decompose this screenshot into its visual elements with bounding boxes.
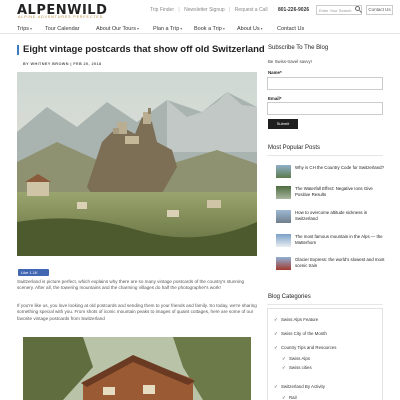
divider [267, 304, 383, 305]
popular-posts-heading: Most Popular Posts [268, 145, 321, 151]
subscribe-text: Be Swiss-travel savvy! [268, 59, 312, 64]
name-field[interactable] [267, 77, 383, 90]
article-title: Eight vintage postcards that show off ol… [23, 44, 265, 55]
caret-down-icon: ▾ [260, 26, 263, 31]
article-meta: BY WHITNEY BROWN | FEB 20, 2018 [23, 62, 102, 66]
caret-down-icon: ▾ [180, 26, 183, 31]
caret-down-icon: ▾ [30, 26, 33, 31]
request-call-link[interactable]: Request a Call [235, 7, 268, 13]
utility-links: Trip Finder | Newsletter Signup | Reques… [150, 7, 271, 13]
check-icon: ✓ [282, 365, 286, 370]
nav-item-plan-a-trip[interactable]: Plan a Trip▾ [153, 26, 182, 32]
subscribe-heading: Subscribe To The Blog [268, 45, 329, 51]
nav-label: About Our Tours [96, 26, 136, 32]
check-icon: ✓ [274, 384, 278, 389]
category-item[interactable]: ✓ Switzerland By Activity [274, 384, 325, 390]
facebook-like-button[interactable]: Like 1.1K [18, 269, 49, 276]
nav-item-about-our-tours[interactable]: About Our Tours▾ [96, 26, 139, 32]
categories-list: ✓ Swiss Alps Feature ✓ Swiss City of the M… [267, 308, 383, 400]
check-icon: ✓ [274, 345, 278, 350]
post-thumbnail [276, 165, 291, 178]
category-item[interactable]: ✓ Country Tips and Resources [274, 345, 336, 351]
category-label: Switzerland By Activity [281, 384, 325, 389]
category-label: Country Tips and Resources [281, 345, 337, 350]
check-icon: ✓ [274, 331, 278, 336]
popular-post-link[interactable]: Glacier Express: the world's slowest and… [295, 257, 387, 269]
link-separator: | [178, 7, 180, 13]
category-item[interactable]: ✓ Swiss Alps Feature [274, 317, 318, 323]
trip-finder-link[interactable]: Trip Finder [150, 7, 174, 13]
nav-item-book-a-trip[interactable]: Book a Trip▾ [194, 26, 225, 32]
category-item[interactable]: ✓ Swiss cities [282, 365, 312, 371]
post-thumbnail [276, 186, 291, 199]
divider [267, 155, 383, 156]
category-label: Swiss Alps Feature [281, 317, 319, 322]
check-icon: ✓ [282, 395, 286, 400]
main-nav: Trips▾ Tour Calendar About Our Tours▾ Pl… [0, 24, 400, 34]
phone-number[interactable]: 801-226-9026 [278, 7, 309, 13]
search-icon[interactable] [355, 6, 360, 11]
newsletter-signup-link[interactable]: Newsletter Signup [184, 7, 225, 13]
category-label: Rail [289, 395, 297, 400]
popular-post-item[interactable]: How to overcome altitude sickness in Swi… [276, 210, 388, 230]
popular-post-link[interactable]: How to overcome altitude sickness in Swi… [295, 210, 387, 222]
nav-label: About Us [237, 26, 260, 32]
category-item[interactable]: ✓ Rail [282, 395, 297, 400]
popular-post-item[interactable]: Why is CH the Country Code for Switzerla… [276, 165, 388, 185]
check-icon: ✓ [274, 317, 278, 322]
hero-postcard-image [17, 72, 257, 256]
popular-post-link[interactable]: The Waterfall Effect: Negative Ions Give… [295, 186, 387, 198]
site-tagline: ALPINE ADVENTURES PERFECTED [18, 15, 104, 19]
name-label: Name* [268, 70, 282, 75]
post-thumbnail [276, 210, 291, 223]
submit-button[interactable]: Submit [268, 119, 298, 129]
popular-post-link[interactable]: Why is CH the Country Code for Switzerla… [295, 165, 387, 171]
category-item[interactable]: ✓ Swiss City of the Month [274, 331, 327, 337]
nav-label: Trips [17, 26, 30, 32]
site-header: ALPENWILD ALPINE ADVENTURES PERFECTED Tr… [0, 0, 400, 22]
article-paragraph: If you're like us, you love looking at o… [17, 303, 257, 321]
article-paragraph: Switzerland is picture perfect, which ex… [17, 279, 245, 291]
popular-post-link[interactable]: The most famous mountain in the Alps — t… [295, 234, 387, 246]
nav-item-trips[interactable]: Trips▾ [17, 26, 32, 32]
nav-item-about-us[interactable]: About Us▾ [237, 26, 263, 32]
nav-label: Contact Us [277, 26, 305, 32]
contact-us-button[interactable]: Contact Us [366, 5, 393, 15]
category-label: Swiss Alps [289, 356, 310, 361]
link-separator: | [229, 7, 231, 13]
blog-categories-heading: Blog Categories [268, 294, 311, 300]
check-icon: ✓ [282, 356, 286, 361]
post-thumbnail [276, 257, 291, 270]
nav-label: Book a Trip [194, 26, 222, 32]
title-accent-bar [17, 45, 19, 55]
category-item[interactable]: ✓ Swiss Alps [282, 356, 310, 362]
category-label: Swiss cities [289, 365, 312, 370]
nav-label: Plan a Trip [153, 26, 180, 32]
category-label: Swiss City of the Month [281, 331, 327, 336]
email-field[interactable] [267, 102, 383, 115]
nav-item-tour-calendar[interactable]: Tour Calendar [45, 26, 80, 32]
caret-down-icon: ▾ [136, 26, 139, 31]
popular-post-item[interactable]: The most famous mountain in the Alps — t… [276, 234, 388, 254]
caret-down-icon: ▾ [222, 26, 225, 31]
chalet-postcard-image [23, 337, 251, 400]
email-label: Email* [268, 96, 282, 101]
nav-item-contact-us[interactable]: Contact Us [277, 26, 304, 32]
nav-label: Tour Calendar [45, 26, 80, 32]
popular-post-item[interactable]: Glacier Express: the world's slowest and… [276, 257, 388, 277]
post-thumbnail [276, 234, 291, 247]
popular-post-item[interactable]: The Waterfall Effect: Negative Ions Give… [276, 186, 388, 206]
